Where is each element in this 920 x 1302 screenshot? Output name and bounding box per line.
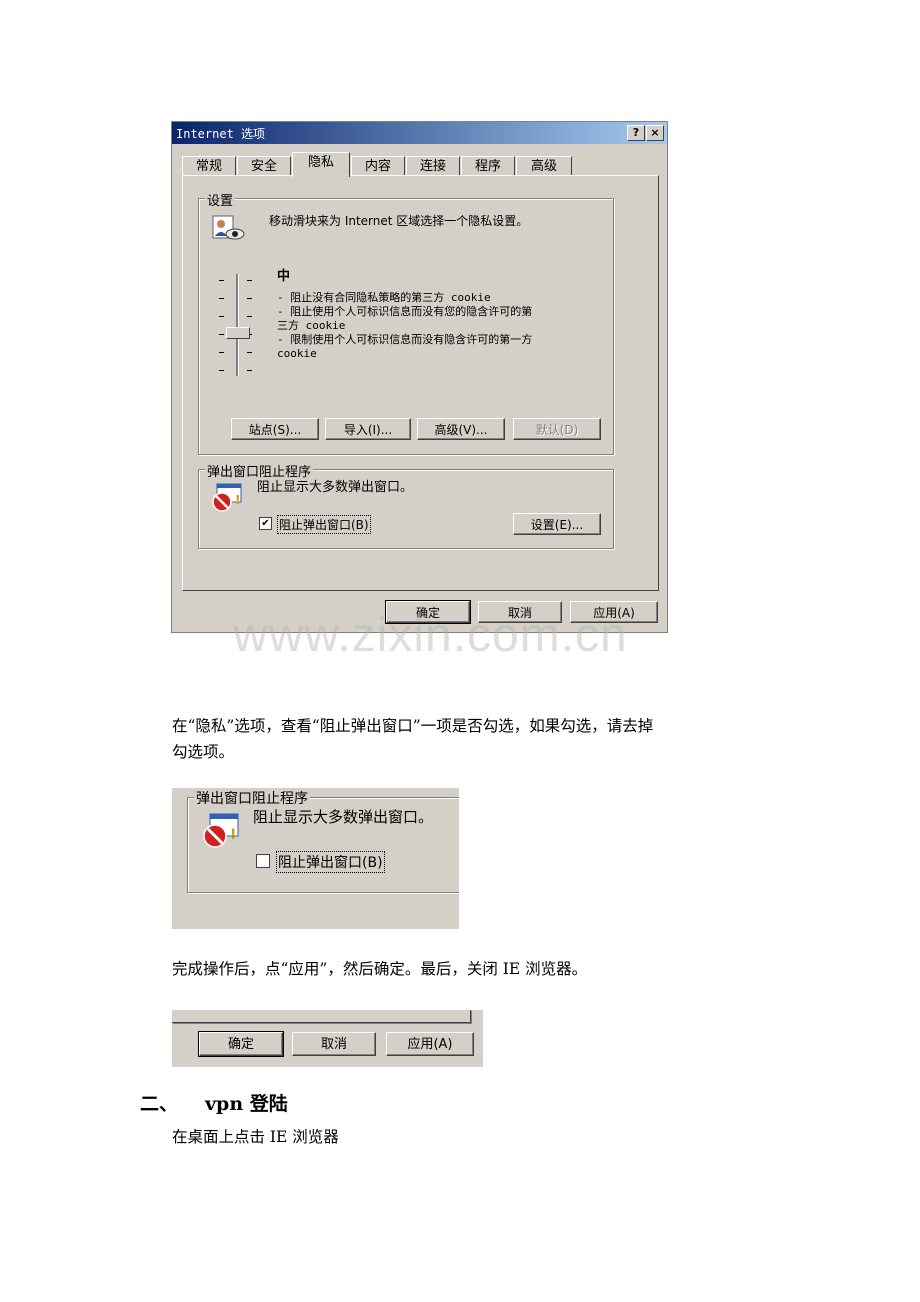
popup-group-label-crop: 弹出窗口阻止程序: [194, 788, 310, 808]
ok-button[interactable]: 确定: [198, 1031, 284, 1057]
svg-text:!: !: [230, 827, 236, 843]
import-button[interactable]: 导入(I)...: [325, 418, 411, 440]
privacy-panel: 设置 移动滑块来为 Internet 区域选择一个隐私设置。 中 - 阻止没有合…: [182, 175, 659, 591]
popup-blocker-group-crop: 弹出窗口阻止程序 ! 阻止显示大多数弹出窗口。 阻止弹出窗口(B): [187, 788, 459, 893]
default-button[interactable]: 默认(D): [513, 418, 601, 440]
cancel-button[interactable]: 取消: [292, 1032, 376, 1056]
section-heading-number: 二、: [140, 1093, 179, 1115]
watermark: www.zixin.com.cn: [233, 609, 628, 662]
privacy-level: 中: [277, 269, 291, 284]
advanced-button[interactable]: 高级(V)...: [417, 418, 505, 440]
title-bar[interactable]: Internet 选项 ? ×: [172, 122, 667, 144]
footer-buttons-screenshot: 确定 取消 应用(A): [172, 1010, 483, 1067]
popup-blocker-screenshot: 弹出窗口阻止程序 ! 阻止显示大多数弹出窗口。 阻止弹出窗口(B): [172, 788, 459, 929]
tab-connections[interactable]: 连接: [406, 156, 460, 176]
level-description: - 阻止没有合同隐私策略的第三方 cookie - 阻止使用个人可标识信息而没有…: [277, 291, 533, 360]
popup-block-icon: !: [203, 813, 239, 848]
settings-group: 设置 移动滑块来为 Internet 区域选择一个隐私设置。 中 - 阻止没有合…: [198, 190, 614, 455]
privacy-slider[interactable]: [219, 274, 259, 379]
popup-blocker-group: 弹出窗口阻止程序 ! 阻止显示大多数弹出窗口。 ✔ 阻止弹出窗口(B) 设置(E…: [198, 461, 614, 549]
section-heading-title: vpn 登陆: [205, 1093, 288, 1115]
help-button[interactable]: ?: [627, 125, 645, 141]
dialog-title: Internet 选项: [176, 127, 266, 141]
settings-group-label: 设置: [205, 190, 236, 209]
tab-security[interactable]: 安全: [237, 156, 291, 176]
close-button[interactable]: ×: [646, 125, 664, 141]
instruction-paragraph-2: 完成操作后，点“应用”，然后确定。最后，关闭 IE 浏览器。: [172, 960, 588, 978]
internet-options-dialog: Internet 选项 ? × 常规 安全 隐私 内容 连接 程序 高级 设置 …: [171, 121, 668, 633]
popup-settings-button[interactable]: 设置(E)...: [513, 513, 601, 535]
popup-block-checkbox-label-crop[interactable]: 阻止弹出窗口(B): [276, 851, 385, 873]
slider-track: [236, 274, 239, 376]
svg-text:!: !: [235, 493, 240, 507]
tab-advanced[interactable]: 高级: [516, 156, 572, 176]
slider-thumb[interactable]: [226, 327, 250, 339]
popup-block-icon: !: [212, 483, 242, 512]
privacy-person-icon: [212, 215, 245, 240]
settings-instruction: 移动滑块来为 Internet 区域选择一个隐私设置。: [269, 214, 529, 228]
sites-button[interactable]: 站点(S)...: [231, 418, 319, 440]
instruction-paragraph-3: 在桌面上点击 IE 浏览器: [172, 1128, 339, 1146]
tab-programs[interactable]: 程序: [461, 156, 515, 176]
popup-block-checkbox[interactable]: ✔: [259, 517, 272, 530]
apply-button[interactable]: 应用(A): [386, 1032, 474, 1056]
tab-privacy[interactable]: 隐私: [292, 152, 350, 177]
popup-description-crop: 阻止显示大多数弹出窗口。: [253, 808, 434, 826]
instruction-paragraph-1: 在“隐私”选项，查看“阻止弹出窗口”一项是否勾选，如果勾选，请去掉 勾选项。: [172, 717, 654, 761]
tab-general[interactable]: 常规: [182, 156, 236, 176]
popup-block-checkbox-unchecked[interactable]: [256, 854, 270, 868]
popup-block-checkbox-label[interactable]: 阻止弹出窗口(B): [277, 515, 371, 534]
popup-description: 阻止显示大多数弹出窗口。: [257, 480, 414, 495]
tab-content[interactable]: 内容: [351, 156, 405, 176]
